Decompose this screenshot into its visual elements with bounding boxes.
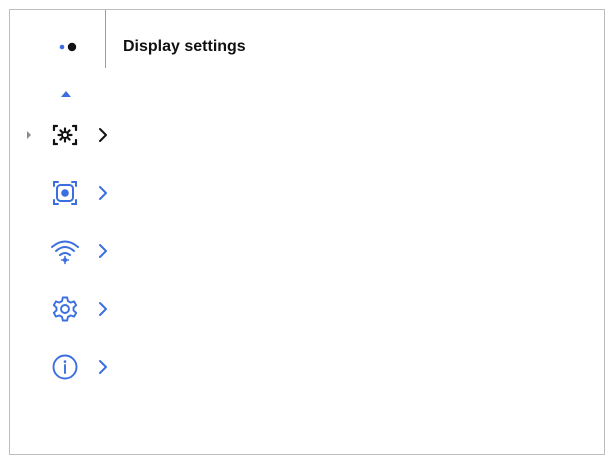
menu-item-capture[interactable]	[10, 174, 150, 212]
page-title: Display settings	[123, 38, 246, 55]
wifi-settings-icon	[50, 237, 80, 265]
settings-panel: Display settings	[9, 9, 605, 455]
menu-item-general-settings[interactable]	[10, 290, 150, 328]
page-indicator[interactable]	[58, 42, 82, 52]
page-dot-active	[67, 42, 77, 52]
capture-focus-icon	[50, 179, 80, 207]
chevron-right-icon	[98, 185, 108, 201]
info-icon	[50, 353, 80, 381]
gear-icon	[50, 295, 80, 323]
chevron-right-icon	[98, 243, 108, 259]
display-settings-gear-icon	[50, 121, 80, 149]
menu-item-display-settings[interactable]	[10, 116, 150, 154]
selection-marker-icon	[26, 130, 32, 140]
chevron-right-icon	[98, 301, 108, 317]
chevron-right-icon	[98, 127, 108, 143]
menu-item-info[interactable]	[10, 348, 150, 386]
header: Display settings	[10, 10, 604, 68]
scroll-up-arrow-icon[interactable]	[60, 90, 72, 98]
menu-item-wifi[interactable]	[10, 232, 150, 270]
chevron-right-icon	[98, 359, 108, 375]
header-divider	[105, 10, 106, 68]
page-dot-inactive	[59, 44, 65, 50]
